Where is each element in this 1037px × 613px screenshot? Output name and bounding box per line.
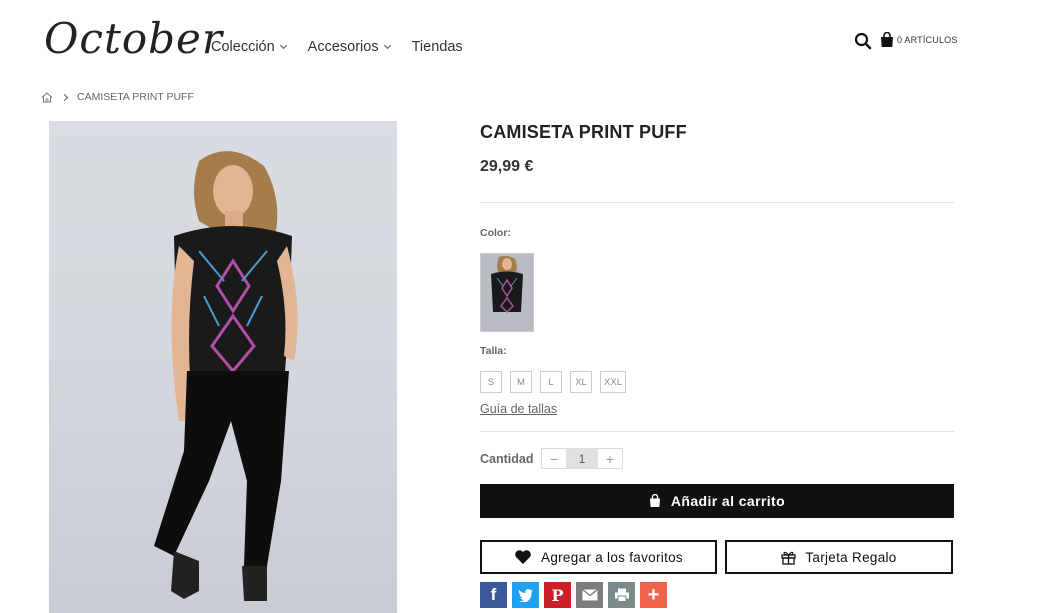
chevron-right-icon — [60, 93, 69, 101]
chevron-down-icon — [279, 41, 287, 50]
size-option-s[interactable]: S — [480, 371, 502, 393]
add-to-favorites-button[interactable]: Agregar a los favoritos — [480, 540, 717, 574]
color-swatch[interactable] — [480, 253, 534, 332]
nav-item-coleccion[interactable]: Colección — [211, 39, 287, 55]
quantity-stepper: − + — [541, 448, 623, 469]
nav-item-label: Accesorios — [307, 39, 379, 55]
home-icon[interactable] — [41, 91, 53, 103]
quantity-input[interactable] — [566, 449, 598, 468]
search-icon[interactable] — [854, 32, 872, 50]
chevron-down-icon — [383, 41, 391, 50]
nav-item-label: Colección — [211, 39, 275, 55]
envelope-icon — [581, 589, 598, 601]
quantity-label: Cantidad — [480, 452, 534, 466]
twitter-icon[interactable] — [512, 582, 539, 608]
facebook-glyph: f — [490, 585, 497, 604]
facebook-icon[interactable]: f — [480, 582, 507, 608]
heart-icon — [515, 550, 531, 564]
logo[interactable]: October — [44, 18, 223, 60]
twitter-bird-icon — [518, 589, 533, 602]
add-to-favorites-label: Agregar a los favoritos — [541, 549, 683, 565]
breadcrumb-current: CAMISETA PRINT PUFF — [77, 91, 194, 103]
size-selector: S M L XL XXL — [480, 371, 626, 393]
pinterest-glyph: P — [551, 585, 564, 605]
product-image[interactable] — [49, 121, 397, 613]
gift-card-label: Tarjeta Regalo — [805, 549, 897, 565]
increment-button[interactable]: + — [598, 449, 622, 468]
nav-item-tiendas[interactable]: Tiendas — [412, 39, 463, 55]
main-nav: Colección Accesorios Tiendas — [211, 39, 485, 55]
add-to-cart-button[interactable]: Añadir al carrito — [480, 484, 954, 518]
gift-icon — [781, 551, 797, 565]
cart-count-label: 0 ARTÍCULOS — [897, 35, 958, 45]
product-title: CAMISETA PRINT PUFF — [480, 122, 687, 142]
add-to-cart-label: Añadir al carrito — [670, 493, 786, 509]
size-guide-link[interactable]: Guía de tallas — [480, 402, 557, 416]
share-bar: f P + — [480, 582, 667, 608]
size-label: Talla: — [480, 345, 507, 357]
nav-item-label: Tiendas — [411, 39, 463, 55]
print-icon[interactable] — [608, 582, 635, 608]
gift-card-button[interactable]: Tarjeta Regalo — [725, 540, 953, 574]
cart-button[interactable]: 0 ARTÍCULOS — [880, 32, 958, 48]
color-label: Color: — [480, 227, 511, 239]
product-price: 29,99 € — [480, 158, 534, 175]
size-option-l[interactable]: L — [540, 371, 562, 393]
divider — [480, 202, 954, 203]
email-icon[interactable] — [576, 582, 603, 608]
size-option-xxl[interactable]: XXL — [600, 371, 626, 393]
shopping-bag-icon — [649, 494, 660, 507]
more-glyph: + — [647, 584, 660, 606]
shopping-bag-icon — [881, 32, 893, 47]
breadcrumb: CAMISETA PRINT PUFF — [41, 91, 194, 103]
nav-item-accesorios[interactable]: Accesorios — [307, 39, 391, 55]
decrement-button[interactable]: − — [542, 449, 566, 468]
pinterest-icon[interactable]: P — [544, 582, 571, 608]
more-icon[interactable]: + — [640, 582, 667, 608]
size-option-xl[interactable]: XL — [570, 371, 592, 393]
printer-icon — [614, 588, 629, 602]
size-option-m[interactable]: M — [510, 371, 532, 393]
divider — [480, 431, 954, 432]
